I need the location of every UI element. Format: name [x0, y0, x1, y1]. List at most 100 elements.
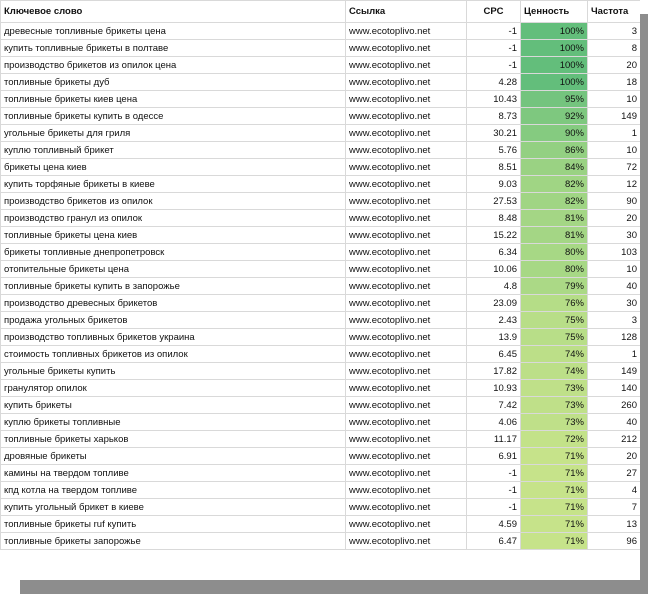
cell-freq[interactable]: 212 [587, 430, 640, 448]
cell-url[interactable]: www.ecotoplivo.net [345, 209, 467, 227]
cell-keyword[interactable]: брикеты топливные днепропетровск [0, 243, 346, 261]
cell-cpc[interactable]: 6.34 [466, 243, 521, 261]
cell-url[interactable]: www.ecotoplivo.net [345, 396, 467, 414]
cell-cpc[interactable]: 30.21 [466, 124, 521, 142]
cell-url[interactable]: www.ecotoplivo.net [345, 464, 467, 482]
cell-value[interactable]: 100% [520, 56, 588, 74]
cell-keyword[interactable]: топливные брикеты запорожье [0, 532, 346, 550]
cell-freq[interactable]: 149 [587, 362, 640, 380]
cell-freq[interactable]: 12 [587, 175, 640, 193]
cell-cpc[interactable]: 4.59 [466, 515, 521, 533]
cell-value[interactable]: 95% [520, 90, 588, 108]
cell-url[interactable]: www.ecotoplivo.net [345, 447, 467, 465]
cell-freq[interactable]: 96 [587, 532, 640, 550]
cell-cpc[interactable]: 7.42 [466, 396, 521, 414]
cell-keyword[interactable]: продажа угольных брикетов [0, 311, 346, 329]
cell-url[interactable]: www.ecotoplivo.net [345, 39, 467, 57]
cell-freq[interactable]: 90 [587, 192, 640, 210]
cell-cpc[interactable]: -1 [466, 39, 521, 57]
cell-keyword[interactable]: древесные топливные брикеты цена [0, 22, 346, 40]
cell-value[interactable]: 82% [520, 175, 588, 193]
header-cpc[interactable]: CPC [466, 0, 521, 23]
cell-cpc[interactable]: -1 [466, 464, 521, 482]
cell-value[interactable]: 81% [520, 226, 588, 244]
cell-url[interactable]: www.ecotoplivo.net [345, 158, 467, 176]
cell-freq[interactable]: 128 [587, 328, 640, 346]
cell-value[interactable]: 71% [520, 464, 588, 482]
cell-keyword[interactable]: производство гранул из опилок [0, 209, 346, 227]
cell-value[interactable]: 75% [520, 328, 588, 346]
cell-url[interactable]: www.ecotoplivo.net [345, 294, 467, 312]
cell-url[interactable]: www.ecotoplivo.net [345, 328, 467, 346]
cell-url[interactable]: www.ecotoplivo.net [345, 175, 467, 193]
cell-cpc[interactable]: -1 [466, 481, 521, 499]
cell-value[interactable]: 71% [520, 481, 588, 499]
cell-value[interactable]: 80% [520, 260, 588, 278]
cell-cpc[interactable]: 17.82 [466, 362, 521, 380]
cell-cpc[interactable]: -1 [466, 56, 521, 74]
cell-cpc[interactable]: -1 [466, 22, 521, 40]
cell-url[interactable]: www.ecotoplivo.net [345, 73, 467, 91]
cell-url[interactable]: www.ecotoplivo.net [345, 141, 467, 159]
cell-keyword[interactable]: производство древесных брикетов [0, 294, 346, 312]
cell-value[interactable]: 79% [520, 277, 588, 295]
cell-keyword[interactable]: брикеты цена киев [0, 158, 346, 176]
header-keyword[interactable]: Ключевое слово [0, 0, 346, 23]
cell-url[interactable]: www.ecotoplivo.net [345, 413, 467, 431]
cell-keyword[interactable]: топливные брикеты купить в одессе [0, 107, 346, 125]
cell-url[interactable]: www.ecotoplivo.net [345, 243, 467, 261]
cell-value[interactable]: 74% [520, 362, 588, 380]
cell-value[interactable]: 100% [520, 22, 588, 40]
cell-keyword[interactable]: купить торфяные брикеты в киеве [0, 175, 346, 193]
header-url[interactable]: Ссылка [345, 0, 467, 23]
cell-freq[interactable]: 30 [587, 294, 640, 312]
cell-cpc[interactable]: -1 [466, 498, 521, 516]
cell-keyword[interactable]: топливные брикеты дуб [0, 73, 346, 91]
cell-cpc[interactable]: 4.28 [466, 73, 521, 91]
cell-url[interactable]: www.ecotoplivo.net [345, 498, 467, 516]
cell-keyword[interactable]: гранулятор опилок [0, 379, 346, 397]
cell-cpc[interactable]: 5.76 [466, 141, 521, 159]
cell-keyword[interactable]: производство брикетов из опилок [0, 192, 346, 210]
cell-cpc[interactable]: 6.45 [466, 345, 521, 363]
cell-url[interactable]: www.ecotoplivo.net [345, 362, 467, 380]
cell-cpc[interactable]: 8.51 [466, 158, 521, 176]
cell-value[interactable]: 71% [520, 532, 588, 550]
cell-keyword[interactable]: камины на твердом топливе [0, 464, 346, 482]
cell-cpc[interactable]: 2.43 [466, 311, 521, 329]
cell-value[interactable]: 90% [520, 124, 588, 142]
cell-freq[interactable]: 27 [587, 464, 640, 482]
cell-freq[interactable]: 13 [587, 515, 640, 533]
cell-value[interactable]: 75% [520, 311, 588, 329]
cell-keyword[interactable]: топливные брикеты ruf купить [0, 515, 346, 533]
cell-value[interactable]: 84% [520, 158, 588, 176]
cell-cpc[interactable]: 13.9 [466, 328, 521, 346]
cell-value[interactable]: 74% [520, 345, 588, 363]
cell-keyword[interactable]: топливные брикеты киев цена [0, 90, 346, 108]
header-freq[interactable]: Частота [587, 0, 640, 23]
cell-value[interactable]: 86% [520, 141, 588, 159]
cell-value[interactable]: 73% [520, 413, 588, 431]
cell-keyword[interactable]: отопительные брикеты цена [0, 260, 346, 278]
cell-value[interactable]: 100% [520, 73, 588, 91]
cell-url[interactable]: www.ecotoplivo.net [345, 277, 467, 295]
cell-keyword[interactable]: топливные брикеты купить в запорожье [0, 277, 346, 295]
cell-keyword[interactable]: топливные брикеты цена киев [0, 226, 346, 244]
cell-cpc[interactable]: 15.22 [466, 226, 521, 244]
cell-freq[interactable]: 103 [587, 243, 640, 261]
cell-cpc[interactable]: 4.8 [466, 277, 521, 295]
cell-value[interactable]: 73% [520, 379, 588, 397]
cell-freq[interactable]: 10 [587, 141, 640, 159]
cell-freq[interactable]: 40 [587, 413, 640, 431]
cell-url[interactable]: www.ecotoplivo.net [345, 90, 467, 108]
cell-cpc[interactable]: 27.53 [466, 192, 521, 210]
cell-keyword[interactable]: угольные брикеты для гриля [0, 124, 346, 142]
cell-value[interactable]: 92% [520, 107, 588, 125]
cell-url[interactable]: www.ecotoplivo.net [345, 379, 467, 397]
cell-url[interactable]: www.ecotoplivo.net [345, 515, 467, 533]
cell-keyword[interactable]: купить топливные брикеты в полтаве [0, 39, 346, 57]
cell-value[interactable]: 71% [520, 447, 588, 465]
cell-url[interactable]: www.ecotoplivo.net [345, 532, 467, 550]
cell-freq[interactable]: 10 [587, 260, 640, 278]
cell-freq[interactable]: 30 [587, 226, 640, 244]
